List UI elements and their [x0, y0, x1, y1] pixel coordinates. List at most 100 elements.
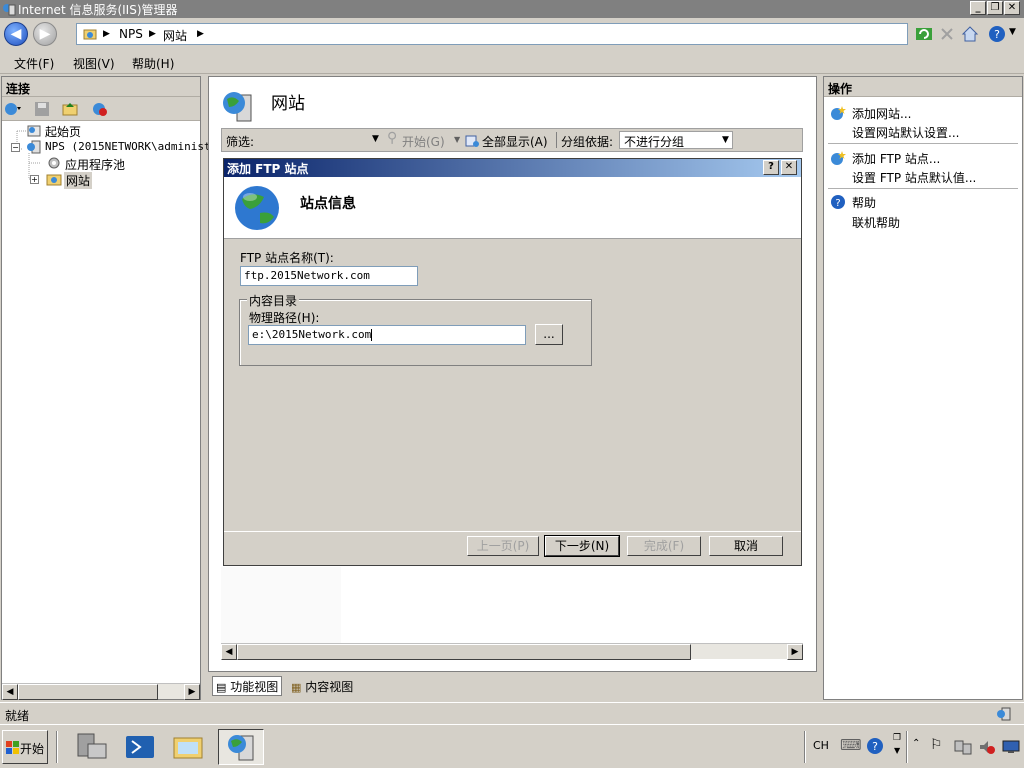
site-name-input[interactable]: ftp.2015Network.com	[240, 266, 418, 286]
disconnect-icon[interactable]	[92, 101, 108, 117]
taskbar-separator	[56, 731, 58, 763]
tree-item-sites[interactable]: 网站	[64, 172, 93, 189]
connect-globe-icon[interactable]	[4, 101, 22, 117]
address-bar[interactable]: ▶ NPS ▶ 网站 ▶	[76, 23, 908, 45]
scroll-thumb[interactable]	[237, 644, 691, 660]
network-tray-icon[interactable]	[954, 739, 972, 755]
dialog-footer-divider	[224, 531, 801, 532]
sites-hscrollbar[interactable]: ◀ ▶	[221, 643, 803, 660]
binoculars-icon: ⚲	[387, 130, 398, 146]
browse-button[interactable]: ...	[535, 324, 563, 345]
site-defaults-link[interactable]: 设置网站默认设置...	[852, 124, 959, 141]
menu-bar: 文件(F) 视图(V) 帮助(H)	[0, 50, 1024, 74]
close-window-button[interactable]: ✕	[1004, 1, 1020, 15]
add-website-link[interactable]: 添加网站...	[852, 105, 911, 122]
physical-path-value: e:\2015Network.com	[252, 328, 372, 341]
network-status-icon	[997, 707, 1011, 721]
tree-item-start-page[interactable]: 起始页	[45, 123, 81, 140]
help-icon[interactable]: ?	[987, 24, 1007, 44]
tab-content-view[interactable]: ▦ 内容视图	[288, 676, 356, 696]
globe-icon	[235, 186, 279, 230]
start-filter-button[interactable]: 开始(G)	[402, 133, 445, 150]
filter-input[interactable]	[262, 131, 382, 149]
refresh-icon[interactable]	[914, 24, 934, 44]
help-link[interactable]: 帮助	[852, 194, 876, 211]
dialog-title-bar[interactable]: 添加 FTP 站点 ? ✕	[224, 159, 801, 177]
start-dropdown-icon[interactable]: ▼	[454, 135, 460, 144]
dialog-header: 站点信息	[224, 177, 801, 239]
start-button[interactable]: 开始	[2, 730, 48, 764]
volume-muted-icon[interactable]	[978, 739, 996, 755]
minimize-button[interactable]: _	[970, 1, 986, 15]
filter-dropdown-icon[interactable]: ▼	[372, 134, 379, 144]
display-icon[interactable]	[1002, 739, 1020, 755]
dialog-close-button[interactable]: ✕	[781, 160, 797, 175]
add-ftp-site-dialog: 添加 FTP 站点 ? ✕ 站点信息 FTP 站点名称(T): ftp.2015…	[223, 158, 802, 566]
help-dropdown-icon[interactable]: ▼	[1009, 27, 1016, 37]
menu-help[interactable]: 帮助(H)	[132, 55, 174, 72]
sites-folder-icon	[46, 174, 62, 186]
back-arrow-icon: ◀	[10, 26, 22, 42]
menu-file[interactable]: 文件(F)	[14, 55, 54, 72]
language-indicator[interactable]: CH	[813, 739, 829, 752]
site-name-label: FTP 站点名称(T):	[240, 251, 334, 265]
tree-item-server[interactable]: NPS (2015NETWORK\administr	[45, 140, 217, 153]
back-button[interactable]: ◀	[4, 22, 28, 46]
dialog-help-button[interactable]: ?	[763, 160, 779, 175]
toolbar-separator	[556, 132, 557, 148]
up-folder-icon[interactable]	[62, 101, 78, 117]
finish-button[interactable]: 完成(F)	[627, 536, 701, 556]
show-hidden-icons-icon[interactable]: ⌃	[912, 738, 920, 749]
prev-button[interactable]: 上一页(P)	[467, 536, 539, 556]
status-text: 就绪	[5, 709, 30, 723]
next-button[interactable]: 下一步(N)	[544, 535, 620, 557]
features-view-icon: ▤	[216, 681, 227, 694]
scroll-left-arrow-icon[interactable]: ◀	[2, 684, 18, 700]
connections-header: 连接	[2, 77, 200, 97]
chevron-right-icon: ▶	[149, 29, 156, 39]
scroll-left-arrow-icon[interactable]: ◀	[221, 644, 237, 660]
taskbar-separator	[906, 731, 908, 763]
scroll-right-arrow-icon[interactable]: ▶	[787, 644, 803, 660]
tab-features-view[interactable]: ▤ 功能视图	[212, 676, 283, 696]
scroll-right-arrow-icon[interactable]: ▶	[184, 684, 200, 700]
breadcrumb-server[interactable]: NPS	[119, 27, 143, 41]
action-center-flag-icon[interactable]: ⚐	[930, 737, 943, 753]
breadcrumb-sites[interactable]: 网站	[163, 27, 187, 44]
online-help-link[interactable]: 联机帮助	[852, 214, 900, 231]
expand-toggle-sites[interactable]: +	[30, 175, 39, 184]
collapse-toggle-server[interactable]: −	[11, 143, 20, 152]
restore-langbar-icon[interactable]: ❐	[893, 733, 901, 743]
home-icon[interactable]	[960, 24, 980, 44]
taskbar-item-iis[interactable]	[218, 729, 264, 765]
explorer-icon[interactable]	[166, 730, 210, 764]
group-by-select[interactable]: 不进行分组 ▼	[619, 131, 733, 149]
server-manager-icon[interactable]	[70, 730, 114, 764]
chevron-right-icon: ▶	[103, 29, 110, 39]
actions-header: 操作	[824, 77, 1022, 97]
tree-item-app-pools[interactable]: 应用程序池	[65, 156, 125, 173]
filter-bar: 筛选: ▼ ⚲ 开始(G) ▼ 全部显示(A) 分组依据: 不进行分组 ▼	[221, 128, 803, 152]
help-icon[interactable]: ?	[866, 737, 884, 755]
scroll-thumb[interactable]	[18, 684, 158, 700]
divider	[828, 188, 1018, 189]
cancel-button[interactable]: 取消	[709, 536, 783, 556]
add-ftp-site-link[interactable]: 添加 FTP 站点...	[852, 150, 940, 167]
save-icon[interactable]	[34, 101, 50, 117]
dialog-title: 添加 FTP 站点	[227, 162, 309, 176]
forward-button[interactable]: ▶	[33, 22, 57, 46]
restore-button[interactable]: ❐	[987, 1, 1003, 15]
ftp-defaults-link[interactable]: 设置 FTP 站点默认值...	[852, 169, 976, 186]
connections-panel: 连接 起始页 − NPS (2015NETWORK\administr 应用程序…	[1, 76, 217, 700]
folder-globe-icon	[83, 29, 97, 40]
window-title-bar[interactable]: Internet 信息服务(IIS)管理器 _ ❐ ✕	[0, 0, 1024, 18]
menu-view[interactable]: 视图(V)	[73, 55, 115, 72]
physical-path-input[interactable]: e:\2015Network.com	[248, 325, 526, 345]
powershell-icon[interactable]	[118, 730, 162, 764]
divider	[828, 143, 1018, 144]
connections-hscrollbar[interactable]: ◀ ▶	[2, 683, 200, 700]
stop-icon[interactable]	[937, 24, 957, 44]
show-all-button[interactable]: 全部显示(A)	[482, 133, 548, 150]
keyboard-icon[interactable]: ⌨	[840, 736, 862, 754]
chevron-down-icon[interactable]: ▼	[894, 746, 900, 755]
